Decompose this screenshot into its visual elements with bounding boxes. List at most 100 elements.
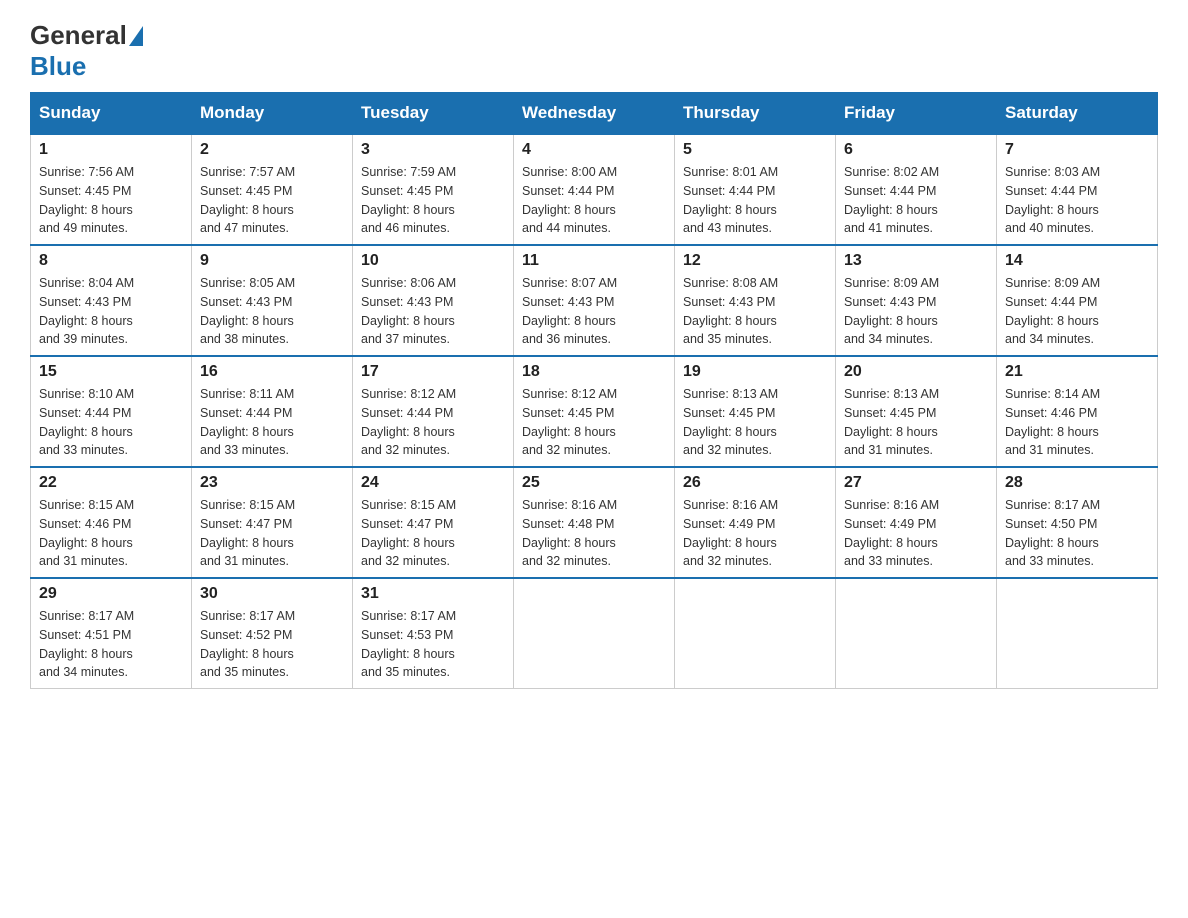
day-info: Sunrise: 7:56 AM Sunset: 4:45 PM Dayligh…: [39, 163, 183, 238]
day-info: Sunrise: 8:04 AM Sunset: 4:43 PM Dayligh…: [39, 274, 183, 349]
logo: General Blue: [30, 20, 145, 82]
calendar-cell: 30 Sunrise: 8:17 AM Sunset: 4:52 PM Dayli…: [192, 578, 353, 689]
calendar-cell: [675, 578, 836, 689]
logo-triangle-icon: [129, 26, 143, 46]
day-number: 4: [522, 141, 666, 159]
day-number: 6: [844, 141, 988, 159]
calendar-cell: 11 Sunrise: 8:07 AM Sunset: 4:43 PM Dayli…: [514, 245, 675, 356]
calendar-cell: 18 Sunrise: 8:12 AM Sunset: 4:45 PM Dayli…: [514, 356, 675, 467]
calendar-cell: 14 Sunrise: 8:09 AM Sunset: 4:44 PM Dayli…: [997, 245, 1158, 356]
day-info: Sunrise: 8:09 AM Sunset: 4:43 PM Dayligh…: [844, 274, 988, 349]
day-number: 20: [844, 363, 988, 381]
weekday-header-sunday: Sunday: [31, 93, 192, 135]
day-number: 31: [361, 585, 505, 603]
day-number: 17: [361, 363, 505, 381]
calendar-cell: 1 Sunrise: 7:56 AM Sunset: 4:45 PM Daylig…: [31, 134, 192, 245]
calendar-cell: 6 Sunrise: 8:02 AM Sunset: 4:44 PM Daylig…: [836, 134, 997, 245]
day-info: Sunrise: 8:15 AM Sunset: 4:47 PM Dayligh…: [361, 496, 505, 571]
calendar-cell: 23 Sunrise: 8:15 AM Sunset: 4:47 PM Dayli…: [192, 467, 353, 578]
day-info: Sunrise: 8:15 AM Sunset: 4:46 PM Dayligh…: [39, 496, 183, 571]
day-info: Sunrise: 8:10 AM Sunset: 4:44 PM Dayligh…: [39, 385, 183, 460]
day-number: 29: [39, 585, 183, 603]
day-number: 22: [39, 474, 183, 492]
day-number: 7: [1005, 141, 1149, 159]
calendar-week-row: 15 Sunrise: 8:10 AM Sunset: 4:44 PM Dayli…: [31, 356, 1158, 467]
day-number: 12: [683, 252, 827, 270]
day-number: 18: [522, 363, 666, 381]
day-number: 15: [39, 363, 183, 381]
calendar-cell: 4 Sunrise: 8:00 AM Sunset: 4:44 PM Daylig…: [514, 134, 675, 245]
calendar-cell: 27 Sunrise: 8:16 AM Sunset: 4:49 PM Dayli…: [836, 467, 997, 578]
calendar-cell: 12Sunrise: 8:08 AM Sunset: 4:43 PM Dayli…: [675, 245, 836, 356]
day-number: 14: [1005, 252, 1149, 270]
logo-general-text: General: [30, 20, 127, 51]
calendar-cell: 8Sunrise: 8:04 AM Sunset: 4:43 PM Daylig…: [31, 245, 192, 356]
day-number: 2: [200, 141, 344, 159]
calendar-cell: 7 Sunrise: 8:03 AM Sunset: 4:44 PM Daylig…: [997, 134, 1158, 245]
day-number: 26: [683, 474, 827, 492]
weekday-header-saturday: Saturday: [997, 93, 1158, 135]
day-info: Sunrise: 8:17 AM Sunset: 4:53 PM Dayligh…: [361, 607, 505, 682]
day-info: Sunrise: 8:17 AM Sunset: 4:50 PM Dayligh…: [1005, 496, 1149, 571]
calendar-cell: [997, 578, 1158, 689]
day-info: Sunrise: 8:17 AM Sunset: 4:51 PM Dayligh…: [39, 607, 183, 682]
day-info: Sunrise: 8:12 AM Sunset: 4:45 PM Dayligh…: [522, 385, 666, 460]
calendar-cell: 31 Sunrise: 8:17 AM Sunset: 4:53 PM Dayli…: [353, 578, 514, 689]
calendar-cell: 24Sunrise: 8:15 AM Sunset: 4:47 PM Dayli…: [353, 467, 514, 578]
day-number: 28: [1005, 474, 1149, 492]
day-info: Sunrise: 8:15 AM Sunset: 4:47 PM Dayligh…: [200, 496, 344, 571]
weekday-header-friday: Friday: [836, 93, 997, 135]
day-info: Sunrise: 8:02 AM Sunset: 4:44 PM Dayligh…: [844, 163, 988, 238]
calendar-cell: 16 Sunrise: 8:11 AM Sunset: 4:44 PM Dayli…: [192, 356, 353, 467]
weekday-header-thursday: Thursday: [675, 93, 836, 135]
day-info: Sunrise: 8:16 AM Sunset: 4:49 PM Dayligh…: [683, 496, 827, 571]
calendar-cell: 26 Sunrise: 8:16 AM Sunset: 4:49 PM Dayli…: [675, 467, 836, 578]
day-number: 11: [522, 252, 666, 270]
calendar-cell: 20 Sunrise: 8:13 AM Sunset: 4:45 PM Dayli…: [836, 356, 997, 467]
day-number: 3: [361, 141, 505, 159]
calendar-week-row: 8Sunrise: 8:04 AM Sunset: 4:43 PM Daylig…: [31, 245, 1158, 356]
day-info: Sunrise: 8:09 AM Sunset: 4:44 PM Dayligh…: [1005, 274, 1149, 349]
weekday-header-tuesday: Tuesday: [353, 93, 514, 135]
calendar-cell: 22 Sunrise: 8:15 AM Sunset: 4:46 PM Dayli…: [31, 467, 192, 578]
calendar-header-row: SundayMondayTuesdayWednesdayThursdayFrid…: [31, 93, 1158, 135]
day-info: Sunrise: 8:16 AM Sunset: 4:49 PM Dayligh…: [844, 496, 988, 571]
day-info: Sunrise: 8:00 AM Sunset: 4:44 PM Dayligh…: [522, 163, 666, 238]
calendar-cell: 3Sunrise: 7:59 AM Sunset: 4:45 PM Daylig…: [353, 134, 514, 245]
day-info: Sunrise: 7:57 AM Sunset: 4:45 PM Dayligh…: [200, 163, 344, 238]
day-number: 13: [844, 252, 988, 270]
day-number: 16: [200, 363, 344, 381]
day-info: Sunrise: 8:05 AM Sunset: 4:43 PM Dayligh…: [200, 274, 344, 349]
calendar-cell: 9 Sunrise: 8:05 AM Sunset: 4:43 PM Daylig…: [192, 245, 353, 356]
calendar-cell: 19 Sunrise: 8:13 AM Sunset: 4:45 PM Dayli…: [675, 356, 836, 467]
calendar-week-row: 29 Sunrise: 8:17 AM Sunset: 4:51 PM Dayli…: [31, 578, 1158, 689]
day-info: Sunrise: 8:13 AM Sunset: 4:45 PM Dayligh…: [683, 385, 827, 460]
day-number: 27: [844, 474, 988, 492]
day-info: Sunrise: 8:07 AM Sunset: 4:43 PM Dayligh…: [522, 274, 666, 349]
calendar-cell: 15 Sunrise: 8:10 AM Sunset: 4:44 PM Dayli…: [31, 356, 192, 467]
day-number: 1: [39, 141, 183, 159]
day-number: 23: [200, 474, 344, 492]
calendar-cell: [836, 578, 997, 689]
calendar-table: SundayMondayTuesdayWednesdayThursdayFrid…: [30, 92, 1158, 689]
day-info: Sunrise: 8:11 AM Sunset: 4:44 PM Dayligh…: [200, 385, 344, 460]
day-info: Sunrise: 8:13 AM Sunset: 4:45 PM Dayligh…: [844, 385, 988, 460]
calendar-week-row: 22 Sunrise: 8:15 AM Sunset: 4:46 PM Dayli…: [31, 467, 1158, 578]
day-info: Sunrise: 8:14 AM Sunset: 4:46 PM Dayligh…: [1005, 385, 1149, 460]
calendar-cell: 2 Sunrise: 7:57 AM Sunset: 4:45 PM Daylig…: [192, 134, 353, 245]
day-number: 9: [200, 252, 344, 270]
weekday-header-monday: Monday: [192, 93, 353, 135]
calendar-cell: 17Sunrise: 8:12 AM Sunset: 4:44 PM Dayli…: [353, 356, 514, 467]
calendar-cell: 13 Sunrise: 8:09 AM Sunset: 4:43 PM Dayli…: [836, 245, 997, 356]
day-number: 19: [683, 363, 827, 381]
page-header: General Blue: [30, 20, 1158, 82]
calendar-cell: 29 Sunrise: 8:17 AM Sunset: 4:51 PM Dayli…: [31, 578, 192, 689]
day-number: 30: [200, 585, 344, 603]
day-info: Sunrise: 8:17 AM Sunset: 4:52 PM Dayligh…: [200, 607, 344, 682]
calendar-cell: [514, 578, 675, 689]
calendar-cell: 5Sunrise: 8:01 AM Sunset: 4:44 PM Daylig…: [675, 134, 836, 245]
day-number: 10: [361, 252, 505, 270]
logo-blue-text: Blue: [30, 51, 86, 81]
weekday-header-wednesday: Wednesday: [514, 93, 675, 135]
day-info: Sunrise: 8:03 AM Sunset: 4:44 PM Dayligh…: [1005, 163, 1149, 238]
